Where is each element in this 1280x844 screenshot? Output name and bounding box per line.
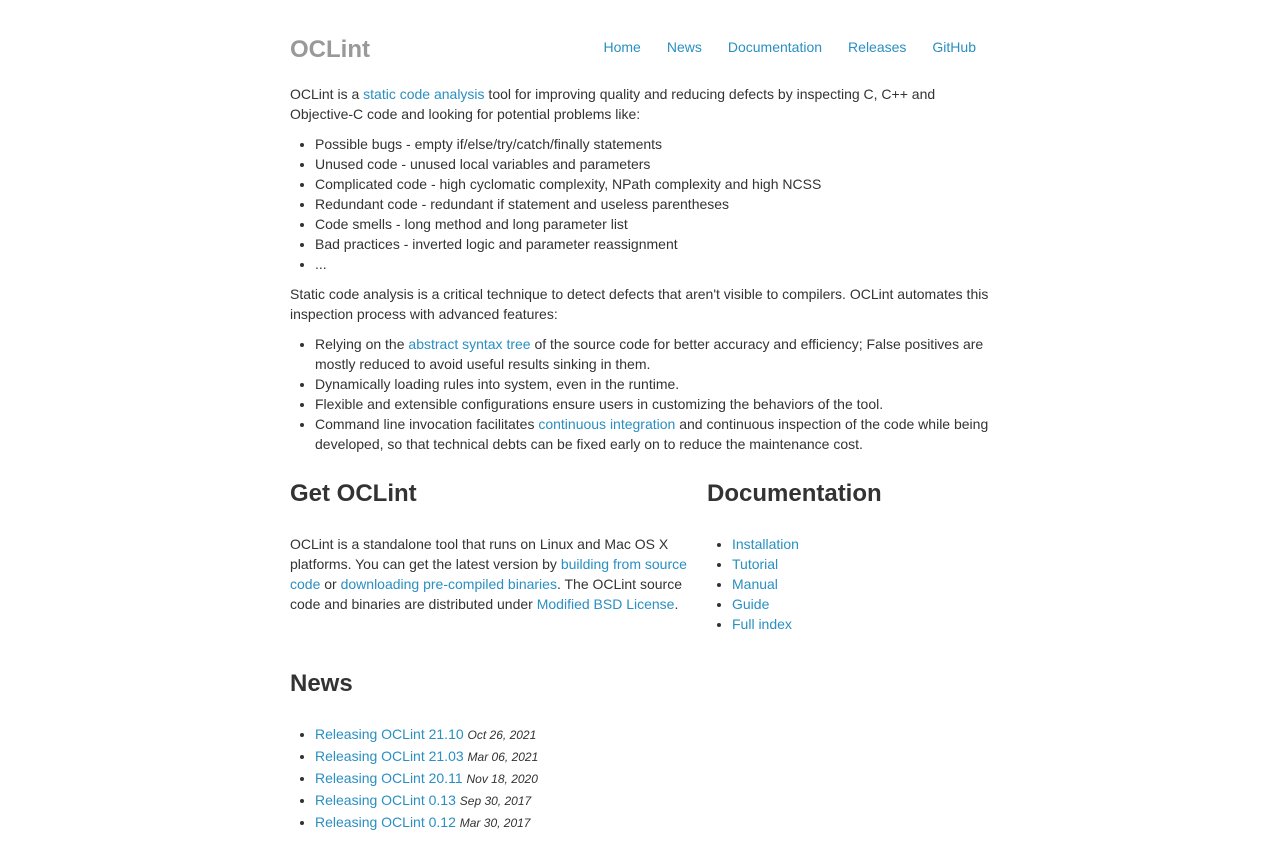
two-column-section: Get OCLint OCLint is a standalone tool t… (290, 474, 990, 644)
list-item: Relying on the abstract syntax tree of t… (315, 334, 990, 374)
intro-paragraph: OCLint is a static code analysis tool fo… (290, 86, 936, 122)
news-link[interactable]: Releasing OCLint 21.03 (315, 748, 464, 764)
features-list: Relying on the abstract syntax tree of t… (290, 334, 990, 454)
main-content: OCLint is a static code analysis tool fo… (290, 84, 990, 844)
get-oclint-heading: Get OCLint (290, 480, 417, 507)
list-item: Full index (732, 614, 990, 634)
news-date: Nov 18, 2020 (466, 772, 538, 786)
brand-logo[interactable]: OCLint (290, 35, 370, 65)
guide-link[interactable]: Guide (732, 596, 769, 612)
list-item: Tutorial (732, 554, 990, 574)
list-item: Flexible and extensible configurations e… (315, 394, 990, 414)
list-item: Releasing OCLint 20.11 Nov 18, 2020 (315, 768, 990, 790)
news-date: Oct 26, 2021 (467, 728, 537, 742)
tutorial-link[interactable]: Tutorial (732, 556, 778, 572)
get-oclint-paragraph: OCLint is a standalone tool that runs on… (290, 536, 687, 612)
nav-home[interactable]: Home (604, 39, 641, 55)
full-index-link[interactable]: Full index (732, 616, 792, 632)
news-link[interactable]: Releasing OCLint 0.12 (315, 814, 456, 830)
download-binaries-link[interactable]: downloading pre-compiled binaries (341, 576, 557, 592)
list-item: Possible bugs - empty if/else/try/catch/… (315, 134, 990, 154)
bsd-license-link[interactable]: Modified BSD License (537, 596, 675, 612)
nav-news[interactable]: News (667, 39, 702, 55)
list-item: Unused code - unused local variables and… (315, 154, 990, 174)
list-item: Releasing OCLint 21.03 Mar 06, 2021 (315, 746, 990, 768)
continuous-integration-link[interactable]: continuous integration (538, 416, 675, 432)
list-item: Code smells - long method and long param… (315, 214, 990, 234)
list-item: Releasing OCLint 0.12 Mar 30, 2017 (315, 812, 990, 834)
list-item: Guide (732, 594, 990, 614)
news-heading: News (290, 670, 353, 697)
get-oclint-section: Get OCLint OCLint is a standalone tool t… (290, 474, 707, 644)
list-item: Manual (732, 574, 990, 594)
problems-list: Possible bugs - empty if/else/try/catch/… (290, 134, 990, 274)
list-item: Releasing OCLint 21.10 Oct 26, 2021 (315, 724, 990, 746)
news-link[interactable]: Releasing OCLint 21.10 (315, 726, 464, 742)
list-item: ... (315, 254, 990, 274)
news-section: News Releasing OCLint 21.10 Oct 26, 2021… (290, 664, 990, 834)
list-item: Redundant code - redundant if statement … (315, 194, 990, 214)
news-list: Releasing OCLint 21.10 Oct 26, 2021 Rele… (290, 724, 990, 834)
news-date: Sep 30, 2017 (459, 794, 532, 808)
page-container: OCLint Home News Documentation Releases … (290, 0, 990, 830)
manual-link[interactable]: Manual (732, 576, 778, 592)
static-code-analysis-link[interactable]: static code analysis (363, 86, 484, 102)
list-item: Installation (732, 534, 990, 554)
list-item: Bad practices - inverted logic and param… (315, 234, 990, 254)
list-item: Command line invocation facilitates cont… (315, 414, 990, 454)
documentation-heading: Documentation (707, 480, 882, 507)
nav-releases[interactable]: Releases (848, 39, 906, 55)
news-date: Mar 06, 2021 (467, 750, 539, 764)
list-item: Complicated code - high cyclomatic compl… (315, 174, 990, 194)
news-link[interactable]: Releasing OCLint 0.13 (315, 792, 456, 808)
news-date: Mar 30, 2017 (459, 816, 531, 830)
documentation-section: Documentation Installation Tutorial Manu… (707, 474, 990, 644)
list-item: Releasing OCLint 0.13 Sep 30, 2017 (315, 790, 990, 812)
main-nav: Home News Documentation Releases GitHub (578, 37, 977, 57)
abstract-syntax-tree-link[interactable]: abstract syntax tree (408, 336, 530, 352)
static-analysis-paragraph: Static code analysis is a critical techn… (290, 286, 989, 322)
nav-github[interactable]: GitHub (932, 39, 976, 55)
documentation-list: Installation Tutorial Manual Guide Full … (707, 534, 990, 634)
installation-link[interactable]: Installation (732, 536, 799, 552)
site-header: OCLint Home News Documentation Releases … (290, 0, 990, 80)
news-link[interactable]: Releasing OCLint 20.11 (315, 770, 463, 786)
nav-documentation[interactable]: Documentation (728, 39, 822, 55)
list-item: Dynamically loading rules into system, e… (315, 374, 990, 394)
